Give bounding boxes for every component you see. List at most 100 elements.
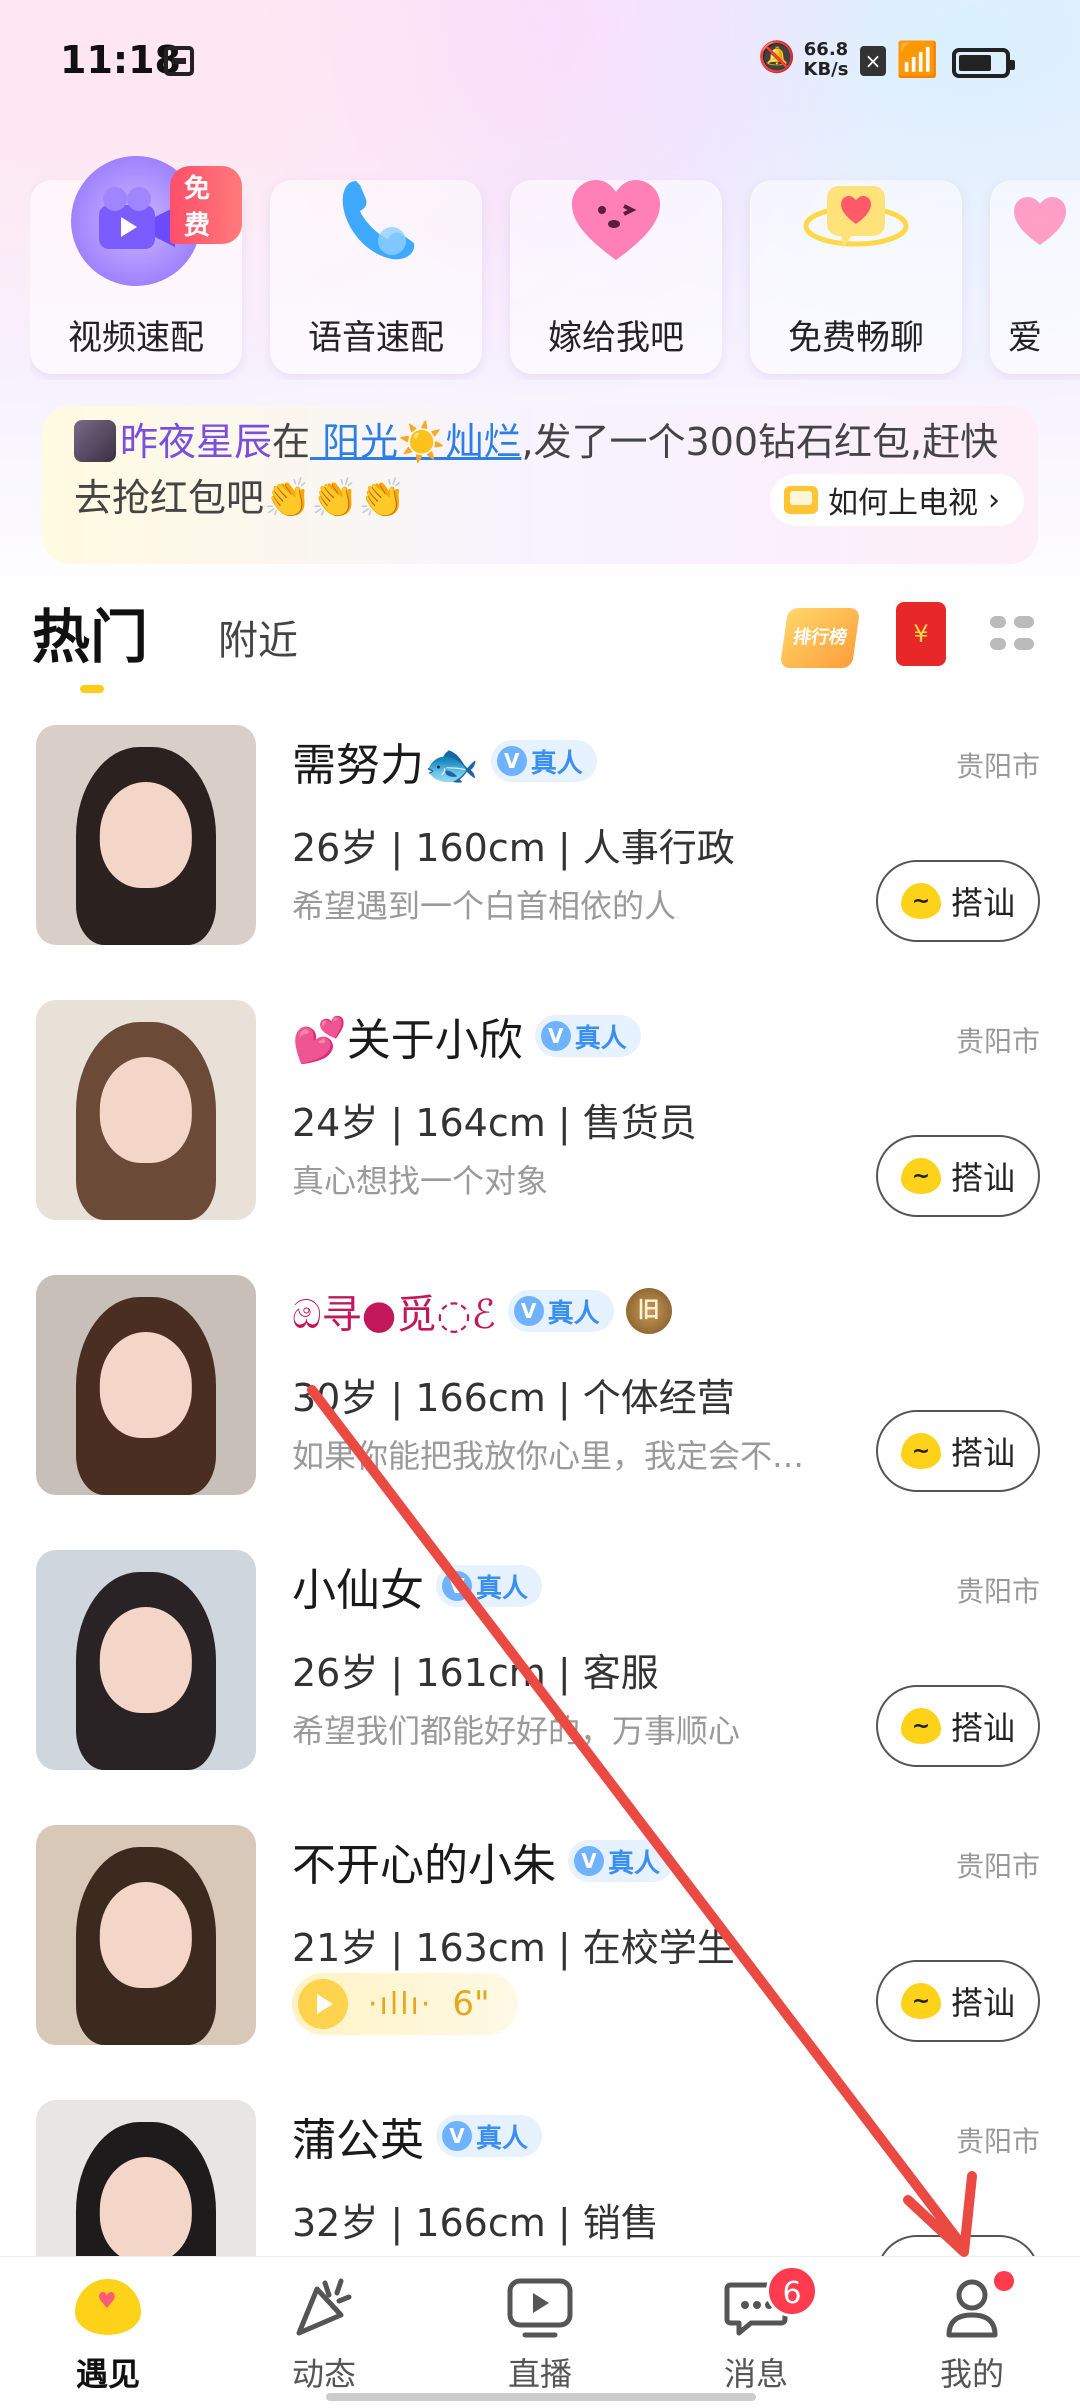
live-tv-icon (507, 2278, 573, 2338)
nav-label: 消息 (723, 2355, 788, 2393)
chevron-right-icon: › (988, 482, 1000, 518)
quick-action-label: 视频速配 (68, 318, 204, 358)
user-bio: 希望遇到一个白首相依的人 (292, 887, 677, 925)
photo-face (99, 2157, 193, 2263)
nav-label: 遇见 (75, 2355, 140, 2393)
red-packet-icon[interactable]: ¥ (896, 602, 946, 666)
user-name: 需努力🐟 (292, 740, 479, 791)
chat-button[interactable]: ~搭讪 (876, 1685, 1040, 1767)
user-info: 26岁 | 161cm | 客服 (292, 1651, 659, 1695)
photo-face (99, 782, 193, 888)
announcement-room-link[interactable]: 阳光☀️灿烂 (310, 420, 521, 464)
user-name: 蒲公英 (292, 2115, 424, 2166)
verified-icon: V (540, 1021, 571, 1051)
mute-icon: 🔕 (758, 40, 796, 75)
quick-action-label: 爱 (1008, 318, 1042, 358)
verified-badge: V 真人 (436, 2115, 543, 2157)
list-item[interactable]: 💕关于小欣 V 真人 贵阳市 24岁 | 164cm | 售货员 真心想找一个对象… (0, 1000, 1080, 1275)
feed-tabs: 热门 附近 排行榜 ¥ (0, 590, 1080, 700)
verified-badge: V 真人 (436, 1565, 543, 1607)
wave-heart-icon: ~ (900, 1433, 941, 1469)
battery-icon (952, 48, 1015, 78)
quick-action-label: 嫁给我吧 (548, 318, 684, 358)
layout-switch-icon[interactable] (990, 612, 1034, 656)
tab-indicator (80, 685, 104, 693)
avatar (74, 420, 116, 462)
verified-icon: V (442, 2121, 472, 2151)
announcement-line-2: 去抢红包吧👏👏👏 (74, 476, 406, 520)
unread-badge: 6 (766, 2265, 818, 2317)
verified-icon: V (574, 1846, 604, 1876)
user-photo[interactable] (36, 725, 256, 945)
voice-duration: 6" (452, 1984, 490, 2024)
home-indicator[interactable] (326, 2393, 756, 2401)
wave-heart-icon: ~ (900, 883, 941, 919)
user-photo[interactable] (36, 1550, 256, 1770)
love-card[interactable]: 爱 (990, 180, 1080, 374)
list-item[interactable]: 小仙女 V 真人 贵阳市 26岁 | 161cm | 客服 希望我们都能好好的，万… (0, 1550, 1080, 1825)
nav-messages[interactable]: 6 消息 (686, 2265, 826, 2395)
user-photo[interactable] (36, 1000, 256, 1220)
nav-meet[interactable]: 遇见 (38, 2271, 178, 2395)
name-line: 💕关于小欣 V 真人 (292, 1008, 641, 1066)
user-info: 32岁 | 166cm | 销售 (292, 2201, 659, 2245)
chat-button[interactable]: ~搭讪 (876, 1135, 1040, 1217)
user-photo[interactable] (36, 1825, 256, 2045)
voice-match-card[interactable]: 语音速配 (270, 180, 482, 374)
verified-icon: V (442, 1571, 472, 1601)
network-speed: 66.8 KB/s (803, 39, 849, 80)
how-to-tv-button[interactable]: 如何上电视 › (770, 474, 1024, 526)
free-chat-card[interactable]: 免费畅聊 (750, 180, 962, 374)
chat-button[interactable]: ~搭讪 (876, 860, 1040, 942)
user-bio: 真心想找一个对象 (292, 1162, 549, 1200)
video-match-card[interactable]: 免费 视频速配 (30, 156, 242, 374)
nav-label: 我的 (939, 2355, 1004, 2393)
name-line: 小仙女 V 真人 (292, 1558, 543, 1616)
user-city: 贵阳市 (955, 750, 1040, 783)
wave-heart-icon: ~ (900, 1708, 941, 1744)
user-bio: 如果你能把我放你心里，我定会不… (292, 1437, 805, 1475)
tab-nearby[interactable]: 附近 (218, 608, 298, 666)
chat-button[interactable]: ~搭讪 (876, 1410, 1040, 1492)
name-line: 不开心的小朱 V 真人 (292, 1833, 675, 1891)
wave-heart-icon: ~ (900, 1158, 941, 1194)
status-bar: 11:18 🔕 66.8 KB/s × 📶 (0, 0, 1080, 120)
nav-live[interactable]: 直播 (470, 2271, 610, 2395)
nav-moments[interactable]: 动态 (254, 2271, 394, 2395)
user-bio: 希望我们都能好好的，万事顺心 (292, 1712, 741, 1750)
phone-icon (311, 156, 441, 286)
user-info: 30岁 | 166cm | 个体经营 (292, 1376, 735, 1420)
chat-button[interactable]: ~搭讪 (876, 1960, 1040, 2042)
leaderboard-icon[interactable]: 排行榜 (779, 608, 861, 668)
announcement-user[interactable]: 昨夜星辰 (120, 420, 272, 464)
tab-hot[interactable]: 热门 (32, 590, 148, 674)
name-line: 蒲公英 V 真人 (292, 2108, 543, 2166)
name-line: 需努力🐟 V 真人 (292, 733, 597, 791)
heart-face-icon (551, 156, 681, 286)
notification-dot (994, 2271, 1014, 2291)
verified-badge: V 真人 (568, 1840, 675, 1882)
quick-actions-row: 免费 视频速配 语音速配 嫁给我吧 免费畅聊 爱 (30, 140, 1080, 380)
verified-icon: V (496, 746, 527, 776)
quick-action-label: 免费畅聊 (788, 318, 924, 358)
user-city: 贵阳市 (955, 2125, 1040, 2158)
list-item[interactable]: ඔ寻●觅◌ℰ V 真人 旧 30岁 | 166cm | 个体经营 如果你能把我放你… (0, 1275, 1080, 1550)
verified-badge: V 真人 (507, 1290, 614, 1332)
user-city: 贵阳市 (955, 1850, 1040, 1883)
voice-intro-player[interactable]: ·ıllı· 6" (292, 1973, 518, 2035)
user-info: 24岁 | 164cm | 售货员 (292, 1101, 697, 1145)
user-name: 💕关于小欣 (292, 1015, 523, 1066)
announcement-banner[interactable]: 昨夜星辰在 阳光☀️灿烂,发了一个300钻石红包,赶快 去抢红包吧👏👏👏 如何上… (42, 406, 1038, 564)
list-item[interactable]: 需努力🐟 V 真人 贵阳市 26岁 | 160cm | 人事行政 希望遇到一个白首… (0, 725, 1080, 1000)
heart-icon (975, 156, 1080, 286)
marry-me-card[interactable]: 嫁给我吧 (510, 180, 722, 374)
nav-me[interactable]: 我的 (902, 2271, 1042, 2395)
wifi-icon: 📶 (896, 40, 939, 80)
user-name: 不开心的小朱 (292, 1840, 556, 1891)
nav-label: 动态 (291, 2355, 356, 2393)
user-photo[interactable] (36, 1275, 256, 1495)
play-icon[interactable] (298, 1979, 348, 2029)
list-item[interactable]: 不开心的小朱 V 真人 贵阳市 21岁 | 163cm | 在校学生 ·ıllı·… (0, 1825, 1080, 2100)
announcement-line-1: 昨夜星辰在 阳光☀️灿烂,发了一个300钻石红包,赶快 (120, 420, 999, 464)
chat-heart-icon (791, 156, 921, 286)
